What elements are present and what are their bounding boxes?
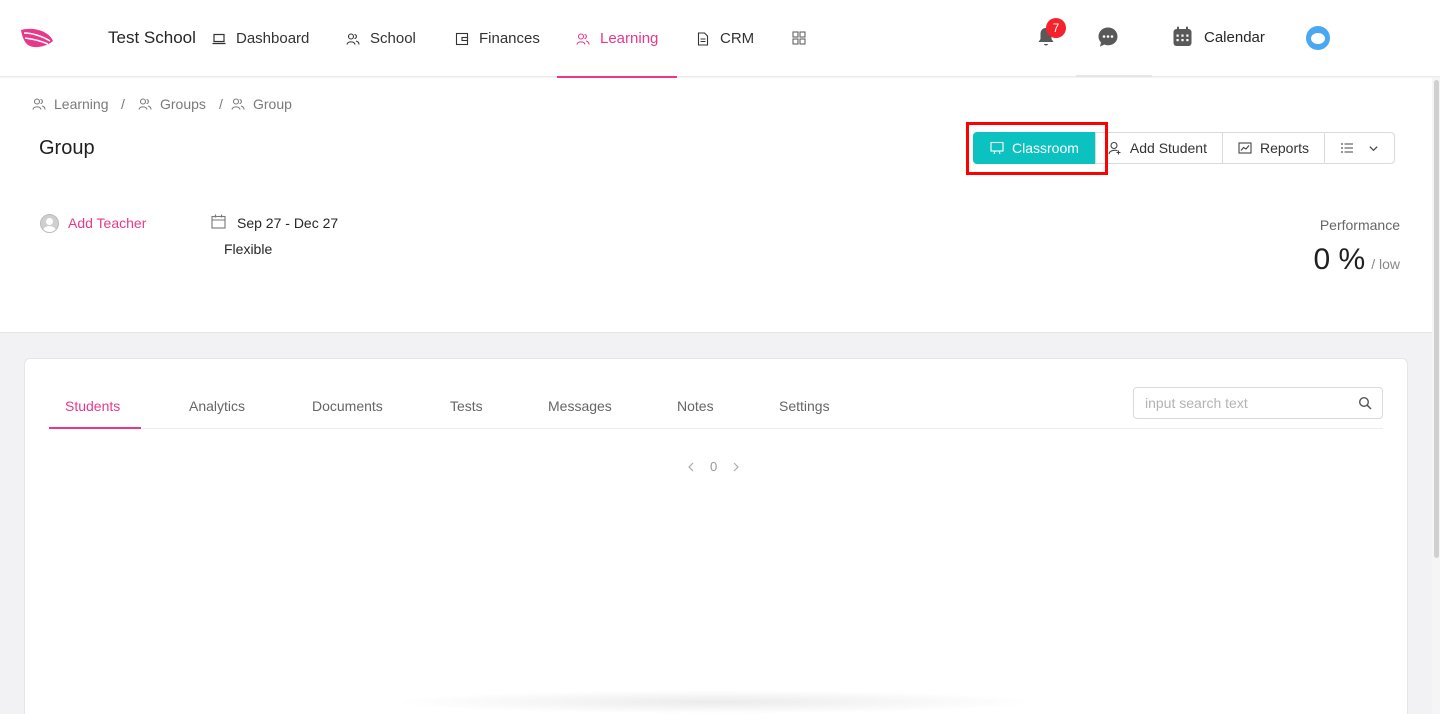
performance-level: / low <box>1371 256 1400 272</box>
nav-school-label: School <box>370 30 416 47</box>
chat-indicator <box>1076 75 1152 77</box>
users-icon <box>576 32 590 45</box>
nav-learning[interactable]: Learning <box>576 0 658 77</box>
tab-tests[interactable]: Tests <box>450 398 483 414</box>
nav-finances-label: Finances <box>479 30 540 47</box>
tab-students[interactable]: Students <box>65 398 120 414</box>
breadcrumb-separator: / <box>219 96 223 112</box>
group-actions: Classroom Add Student Reports <box>973 132 1395 164</box>
add-student-button[interactable]: Add Student <box>1094 132 1223 164</box>
users-icon <box>346 32 360 45</box>
group-schedule: Flexible <box>224 241 273 257</box>
chevron-down-icon <box>1369 145 1378 151</box>
user-avatar[interactable] <box>1306 26 1330 50</box>
wallet-icon <box>455 32 469 45</box>
document-icon <box>697 31 709 46</box>
add-user-icon <box>1108 141 1121 155</box>
school-name[interactable]: Test School <box>108 28 196 48</box>
nav-learning-label: Learning <box>600 30 659 47</box>
performance-value-block: 0 % / low <box>1314 243 1401 277</box>
tab-notes[interactable]: Notes <box>677 398 714 414</box>
student-search <box>1133 387 1383 419</box>
nav-dashboard-label: Dashboard <box>236 30 310 47</box>
teacher-avatar-icon <box>40 214 59 233</box>
add-teacher-link[interactable]: Add Teacher <box>68 215 146 231</box>
nav-finances[interactable]: Finances <box>455 0 540 77</box>
laptop-icon <box>212 33 226 44</box>
calendar-link[interactable]: Calendar <box>1204 29 1265 46</box>
chart-line-icon <box>1238 142 1252 154</box>
breadcrumb-groups-label: Groups <box>160 96 206 112</box>
performance-value: 0 % <box>1313 243 1366 276</box>
nav-school[interactable]: School <box>346 0 416 77</box>
search-input[interactable] <box>1134 388 1354 418</box>
chevron-left-icon[interactable] <box>686 462 696 472</box>
breadcrumb-learning-label: Learning <box>54 96 109 112</box>
scrollbar-thumb[interactable] <box>1434 80 1439 558</box>
bottom-shadow <box>390 690 1040 714</box>
breadcrumb-group: Group <box>231 96 292 112</box>
group-header-panel <box>0 78 1432 333</box>
breadcrumb-groups[interactable]: Groups <box>138 96 206 112</box>
classroom-button[interactable]: Classroom <box>973 132 1096 164</box>
add-student-label: Add Student <box>1129 140 1207 156</box>
group-date-range: Sep 27 - Dec 27 <box>237 215 339 231</box>
chevron-right-icon[interactable] <box>731 462 741 472</box>
brand-logo-icon[interactable] <box>20 27 54 51</box>
breadcrumb-learning[interactable]: Learning <box>32 96 109 112</box>
pagination-current-page[interactable]: 0 <box>710 459 717 474</box>
pagination: 0 <box>686 459 741 474</box>
apps-grid-icon[interactable] <box>792 31 806 45</box>
nav-crm-label: CRM <box>720 30 755 47</box>
tab-analytics[interactable]: Analytics <box>189 398 245 414</box>
tabs-divider <box>49 428 1383 429</box>
classroom-button-label: Classroom <box>1012 140 1079 156</box>
more-actions-dropdown[interactable] <box>1324 132 1395 164</box>
whiteboard-icon <box>990 141 1004 155</box>
calendar-icon <box>211 214 226 229</box>
notification-count-badge: 7 <box>1046 18 1066 38</box>
performance-label: Performance <box>1319 217 1400 233</box>
reports-button[interactable]: Reports <box>1221 132 1325 164</box>
list-icon <box>1341 143 1353 153</box>
active-tab-indicator <box>49 427 141 429</box>
breadcrumb-separator: / <box>121 96 125 112</box>
nav-crm[interactable]: CRM <box>696 0 754 77</box>
search-icon[interactable] <box>1358 396 1372 410</box>
tab-documents[interactable]: Documents <box>312 398 383 414</box>
users-icon <box>32 98 46 110</box>
page-title: Group <box>39 137 95 159</box>
nav-dashboard[interactable]: Dashboard <box>212 0 309 77</box>
users-icon <box>138 98 152 110</box>
tab-settings[interactable]: Settings <box>779 398 830 414</box>
tab-messages[interactable]: Messages <box>548 398 612 414</box>
breadcrumb-group-label: Group <box>253 96 292 112</box>
users-icon <box>231 98 245 110</box>
calendar-icon[interactable] <box>1172 26 1193 47</box>
chat-icon[interactable] <box>1097 26 1119 48</box>
reports-label: Reports <box>1259 140 1309 156</box>
